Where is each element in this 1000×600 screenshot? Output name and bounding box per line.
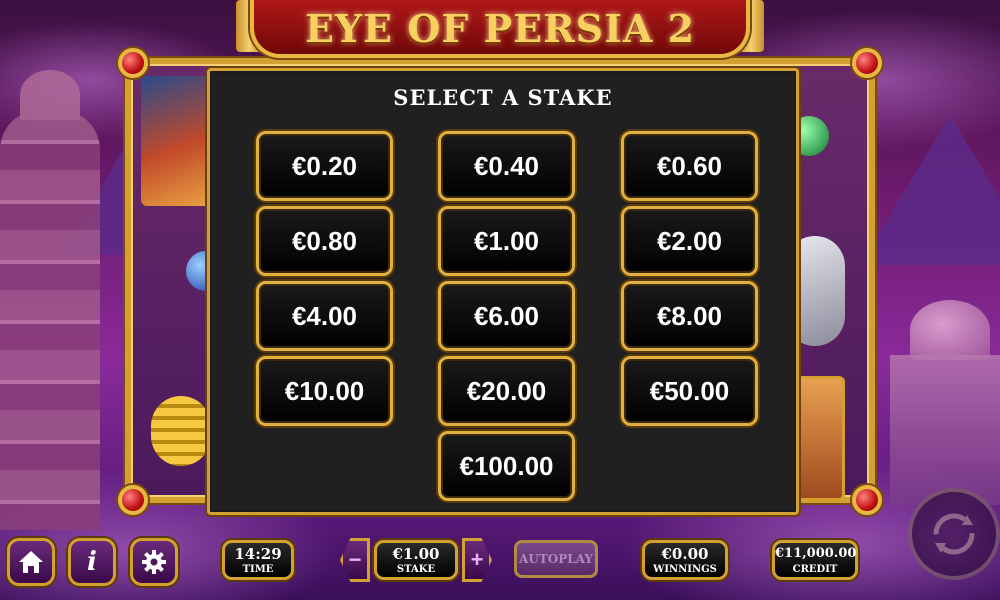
credit-label: CREDIT bbox=[792, 564, 838, 575]
winnings-display: €0.00 WINNINGS bbox=[642, 540, 728, 580]
credit-display: €11,000.00 CREDIT bbox=[772, 540, 858, 580]
palace-tower-left bbox=[0, 70, 100, 530]
palace-building-right bbox=[890, 355, 1000, 505]
stake-option-button[interactable]: €0.80 bbox=[256, 206, 393, 276]
bottom-control-bar: i 14:29 TIME − €1.00 STAKE + AUTOPLAY €0… bbox=[0, 488, 1000, 600]
eagle-symbol bbox=[141, 76, 211, 206]
time-value: 14:29 bbox=[234, 545, 282, 563]
stake-option-button[interactable]: €6.00 bbox=[438, 281, 575, 351]
autoplay-button[interactable]: AUTOPLAY bbox=[514, 540, 598, 578]
select-stake-dialog: SELECT A STAKE €0.20 €0.40 €0.60 €0.80 €… bbox=[207, 68, 799, 515]
stake-option-button[interactable]: €100.00 bbox=[438, 431, 575, 501]
stake-option-button[interactable]: €20.00 bbox=[438, 356, 575, 426]
corner-gem-icon bbox=[852, 485, 882, 515]
info-button[interactable]: i bbox=[68, 538, 116, 586]
winnings-value: €0.00 bbox=[661, 545, 709, 563]
stake-increase-button[interactable]: + bbox=[462, 538, 492, 582]
stake-option-button[interactable]: €0.40 bbox=[438, 131, 575, 201]
game-logo: EYE OF PERSIA 2 bbox=[304, 6, 696, 51]
reel-column-left bbox=[141, 76, 226, 485]
palace-dome-right bbox=[910, 300, 990, 360]
time-label: TIME bbox=[242, 564, 274, 575]
spin-icon bbox=[933, 513, 975, 555]
corner-gem-icon bbox=[852, 48, 882, 78]
stake-decrease-button[interactable]: − bbox=[340, 538, 370, 582]
corner-gem-icon bbox=[118, 48, 148, 78]
dialog-title: SELECT A STAKE bbox=[393, 85, 613, 110]
gear-icon bbox=[142, 550, 166, 574]
home-icon bbox=[19, 551, 43, 573]
stake-option-button[interactable]: €10.00 bbox=[256, 356, 393, 426]
stake-option-button[interactable]: €0.60 bbox=[621, 131, 758, 201]
title-banner: EYE OF PERSIA 2 bbox=[250, 0, 750, 58]
spin-button[interactable] bbox=[908, 488, 1000, 580]
stake-option-button[interactable]: €8.00 bbox=[621, 281, 758, 351]
stake-option-button[interactable]: €0.20 bbox=[256, 131, 393, 201]
stake-label: STAKE bbox=[396, 564, 436, 575]
stake-option-button[interactable]: €4.00 bbox=[256, 281, 393, 351]
stake-value: €1.00 bbox=[392, 545, 440, 563]
stake-option-button[interactable]: €2.00 bbox=[621, 206, 758, 276]
time-display: 14:29 TIME bbox=[222, 540, 294, 580]
stake-option-button[interactable]: €1.00 bbox=[438, 206, 575, 276]
stake-option-button[interactable]: €50.00 bbox=[621, 356, 758, 426]
winnings-label: WINNINGS bbox=[653, 564, 717, 575]
settings-button[interactable] bbox=[130, 538, 178, 586]
home-button[interactable] bbox=[7, 538, 55, 586]
gold-coins-symbol bbox=[151, 396, 211, 466]
reel-column-right bbox=[785, 76, 859, 501]
corner-gem-icon bbox=[118, 485, 148, 515]
stake-display[interactable]: €1.00 STAKE bbox=[374, 540, 458, 580]
info-icon: i bbox=[87, 547, 97, 577]
credit-value: €11,000.00 bbox=[775, 546, 857, 561]
